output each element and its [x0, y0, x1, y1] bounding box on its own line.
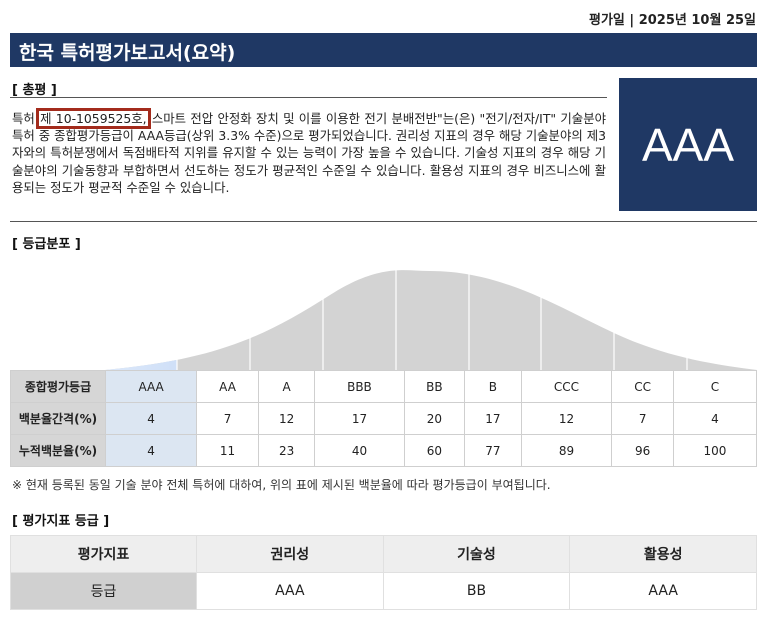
interval-cell: 20: [403, 402, 466, 435]
indicator-value-label: 등급: [10, 572, 197, 610]
cumulative-cell: 77: [464, 434, 522, 467]
overall-grade-box: AAA: [619, 78, 757, 211]
indicator-header-utility: 활용성: [569, 535, 757, 573]
interval-cell: 7: [611, 402, 674, 435]
grade-distribution-table: 종합평가등급 AAA AA A BBB BB B CCC CC C 백분율간격(…: [10, 370, 758, 467]
distribution-note: ※ 현재 등록된 동일 기술 분야 전체 특허에 대하여, 위의 표에 제시된 …: [12, 478, 551, 492]
cumulative-cell: 40: [314, 434, 405, 467]
summary-heading: [ 총평 ]: [12, 83, 57, 98]
grade-cell: CC: [611, 370, 674, 403]
interval-cell: 17: [314, 402, 405, 435]
table-row: 등급 AAA BB AAA: [10, 572, 757, 610]
bell-curve-area: [105, 270, 757, 370]
table-row: 종합평가등급 AAA AA A BBB BB B CCC CC C: [10, 370, 758, 403]
cumulative-cell: 11: [196, 434, 259, 467]
cumulative-cell: 4: [104, 434, 198, 467]
cumulative-cell: 96: [611, 434, 674, 467]
indicator-value-technology: BB: [382, 572, 571, 610]
section-divider: [10, 221, 757, 222]
interval-cell: 12: [257, 402, 316, 435]
cumulative-cell: 60: [403, 434, 466, 467]
summary-text-start: 특허: [12, 111, 40, 126]
table-row: 평가지표 권리성 기술성 활용성: [10, 535, 757, 573]
indicator-grade-table: 평가지표 권리성 기술성 활용성 등급 AAA BB AAA: [10, 535, 757, 610]
distribution-curve: [105, 255, 757, 370]
indicator-value-rights: AAA: [196, 572, 384, 610]
grade-cell: CCC: [520, 370, 613, 403]
table-row: 백분율간격(%) 4 7 12 17 20 17 12 7 4: [10, 402, 758, 435]
interval-cell: 12: [520, 402, 613, 435]
interval-cell: 7: [196, 402, 259, 435]
indicator-value-utility: AAA: [569, 572, 757, 610]
indicator-header-technology: 기술성: [382, 535, 571, 573]
row-label-grade: 종합평가등급: [10, 370, 106, 403]
report-title: 한국 특허평가보고서(요약): [19, 42, 236, 64]
evaluation-date: 평가일 | 2025년 10월 25일: [589, 13, 756, 28]
summary-divider: [10, 97, 607, 98]
row-label-cumulative: 누적백분율(%): [10, 434, 106, 467]
grade-cell: AAA: [104, 370, 198, 403]
interval-cell: 17: [464, 402, 522, 435]
summary-text: 특허 제 10-1059525호, 스마트 전압 안정화 장치 및 이를 이용한…: [12, 108, 606, 196]
indicator-header-label: 평가지표: [10, 535, 197, 573]
indicator-header-rights: 권리성: [196, 535, 384, 573]
grade-cell: AA: [196, 370, 259, 403]
indicators-heading: [ 평가지표 등급 ]: [12, 514, 110, 529]
grade-cell: B: [464, 370, 522, 403]
table-row: 누적백분율(%) 4 11 23 40 60 77 89 96 100: [10, 434, 758, 467]
grade-cell: BB: [403, 370, 466, 403]
patent-number-highlight: 제 10-1059525호,: [36, 108, 151, 129]
row-label-interval: 백분율간격(%): [10, 402, 106, 435]
title-bar: 한국 특허평가보고서(요약): [10, 33, 757, 67]
overall-grade: AAA: [641, 119, 735, 171]
interval-cell: 4: [672, 402, 758, 435]
cumulative-cell: 89: [520, 434, 613, 467]
grade-cell: C: [672, 370, 758, 403]
cumulative-cell: 100: [672, 434, 758, 467]
distribution-heading: [ 등급분포 ]: [12, 237, 81, 252]
grade-cell: A: [257, 370, 316, 403]
cumulative-cell: 23: [257, 434, 316, 467]
grade-cell: BBB: [314, 370, 405, 403]
interval-cell: 4: [104, 402, 198, 435]
